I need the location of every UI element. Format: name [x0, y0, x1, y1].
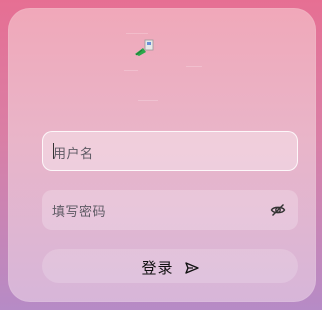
decorative-line — [124, 70, 138, 71]
login-label: 登录 — [141, 259, 174, 277]
username-placeholder: 用户名 — [53, 147, 94, 162]
login-button[interactable]: 登录 — [42, 249, 298, 283]
decorative-line — [186, 66, 202, 67]
password-placeholder: 填写密码 — [52, 205, 107, 220]
eye-off-icon[interactable] — [270, 202, 286, 218]
username-field[interactable]: 用户名 — [42, 131, 298, 171]
login-card: 用户名 填写密码 登录 — [8, 8, 316, 302]
app-logo — [135, 39, 154, 56]
send-icon — [184, 262, 199, 274]
decorative-line — [138, 100, 158, 101]
decorative-line — [126, 33, 148, 34]
password-field[interactable]: 填写密码 — [42, 190, 298, 230]
